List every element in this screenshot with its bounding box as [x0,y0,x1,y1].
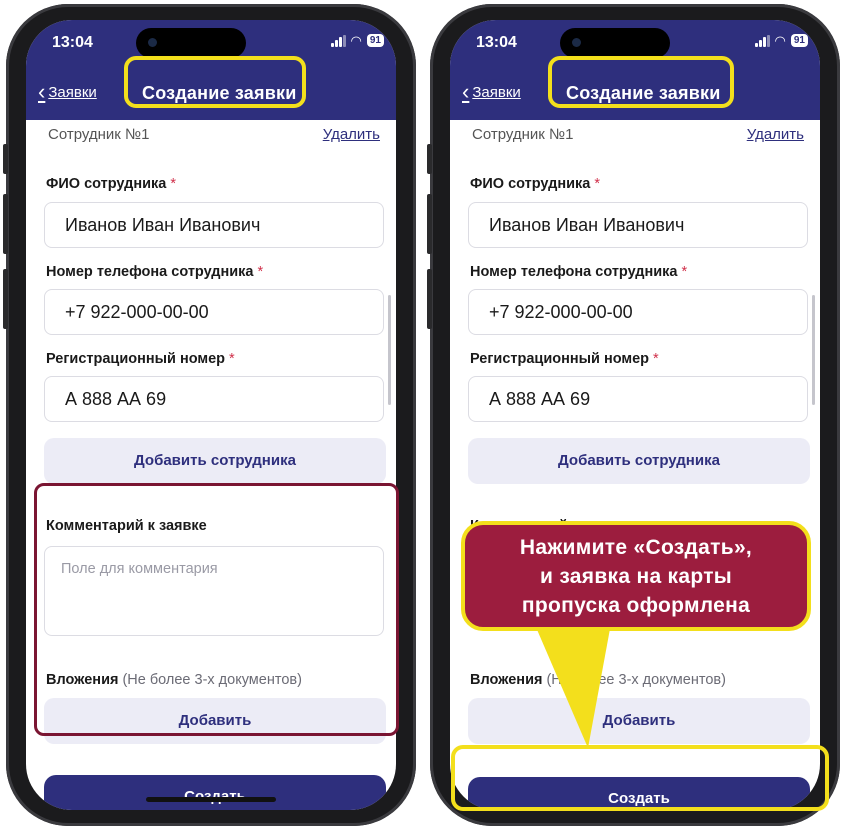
required-mark: * [681,264,688,280]
scrollbar[interactable] [388,295,391,405]
volume-down-button [3,269,8,329]
add-attachment-button[interactable]: Добавить [44,698,386,744]
volume-up-button [427,194,432,254]
callout-line-1: Нажимите «Создать», [519,536,753,559]
scrollbar[interactable] [812,295,815,405]
back-button[interactable]: ‹ Заявки [462,78,521,104]
add-attachment-button[interactable]: Добавить [468,698,810,744]
required-mark: * [229,351,235,367]
back-label: Заявки [48,84,97,101]
status-time: 13:04 [52,34,93,51]
attachments-label: Вложения (Не более 3-х документов) [470,672,726,688]
fio-value: Иванов Иван Иванович [65,215,261,235]
callout-line-3: пропуска оформлена [521,594,751,617]
status-bar: 13:04 ◠ 91 [450,20,820,68]
attachments-label: Вложения (Не более 3-х документов) [46,672,302,688]
reg-number-value: А 888 АА 69 [489,389,591,409]
phone-label: Номер телефона сотрудника * [46,264,264,280]
reg-number-label: Регистрационный номер * [46,351,235,367]
fio-label: ФИО сотрудника * [470,176,600,192]
silent-switch [427,144,432,174]
phone-field[interactable]: +7 922-000-00-00 [44,289,384,335]
comment-placeholder: Поле для комментария [61,561,218,577]
phone-value: +7 922-000-00-00 [489,302,633,322]
back-button[interactable]: ‹ Заявки [38,78,97,104]
status-time: 13:04 [476,34,517,51]
create-button[interactable]: Создать [44,775,386,810]
required-mark: * [653,351,659,367]
employee-header: Сотрудник №1 [472,126,574,143]
employee-header: Сотрудник №1 [48,126,150,143]
battery-icon: 91 [790,34,808,47]
fio-value: Иванов Иван Иванович [489,215,685,235]
reg-number-label: Регистрационный номер * [470,351,659,367]
page-title: Создание заявки [142,83,297,103]
attachments-note: (Не более 3-х документов) [122,672,302,688]
delete-employee-link[interactable]: Удалить [747,126,804,143]
signal-icon [754,34,770,47]
required-mark: * [257,264,264,280]
attachments-note: (Не более 3-х документов) [546,672,726,688]
phone-value: +7 922-000-00-00 [65,302,209,322]
reg-number-value: А 888 АА 69 [65,389,167,409]
signal-icon [330,34,346,47]
comment-label: Комментарий к заявке [46,518,207,534]
instruction-callout: Нажимите «Создать», и заявка на карты пр… [461,521,811,631]
status-icons: ◠ 91 [754,32,808,48]
form-content: Сотрудник №1 Удалить ФИО сотрудника * Ива… [26,120,396,810]
nav-bar: ‹ Заявки Создание заявки [26,68,396,120]
chevron-left-icon: ‹ [38,78,46,104]
dynamic-island [560,28,670,58]
add-employee-button[interactable]: Добавить сотрудника [44,438,386,484]
phone-frame-right: 13:04 ◠ 91 ‹ Заявки Создание заявки Сотр… [427,4,840,826]
required-mark: * [594,176,600,192]
reg-number-field[interactable]: А 888 АА 69 [44,376,384,422]
home-indicator [146,797,276,802]
wifi-icon: ◠ [774,32,786,48]
chevron-left-icon: ‹ [462,78,470,104]
volume-up-button [3,194,8,254]
volume-down-button [427,269,432,329]
add-employee-button[interactable]: Добавить сотрудника [468,438,810,484]
fio-label: ФИО сотрудника * [46,176,176,192]
phone-label: Номер телефона сотрудника * [470,264,688,280]
phone-field[interactable]: +7 922-000-00-00 [468,289,808,335]
dynamic-island [136,28,246,58]
silent-switch [3,144,8,174]
phone-screen: 13:04 ◠ 91 ‹ Заявки Создание заявки Сотр… [450,20,820,810]
comment-input[interactable]: Поле для комментария [44,546,384,636]
create-button[interactable]: Создать [468,777,810,810]
fio-field[interactable]: Иванов Иван Иванович [468,202,808,248]
callout-line-2: и заявка на карты [539,565,733,588]
delete-employee-link[interactable]: Удалить [323,126,380,143]
wifi-icon: ◠ [350,32,362,48]
back-label: Заявки [472,84,521,101]
phone-screen: 13:04 ◠ 91 ‹ Заявки Создание заявки Сотр… [26,20,396,810]
form-content: Сотрудник №1 Удалить ФИО сотрудника * Ива… [450,120,820,810]
page-title: Создание заявки [566,83,721,103]
fio-field[interactable]: Иванов Иван Иванович [44,202,384,248]
phone-frame-left: 13:04 ◠ 91 ‹ Заявки Создание заявки Сотр… [3,4,416,826]
nav-bar: ‹ Заявки Создание заявки [450,68,820,120]
status-bar: 13:04 ◠ 91 [26,20,396,68]
status-icons: ◠ 91 [330,32,384,48]
required-mark: * [170,176,176,192]
battery-icon: 91 [366,34,384,47]
reg-number-field[interactable]: А 888 АА 69 [468,376,808,422]
